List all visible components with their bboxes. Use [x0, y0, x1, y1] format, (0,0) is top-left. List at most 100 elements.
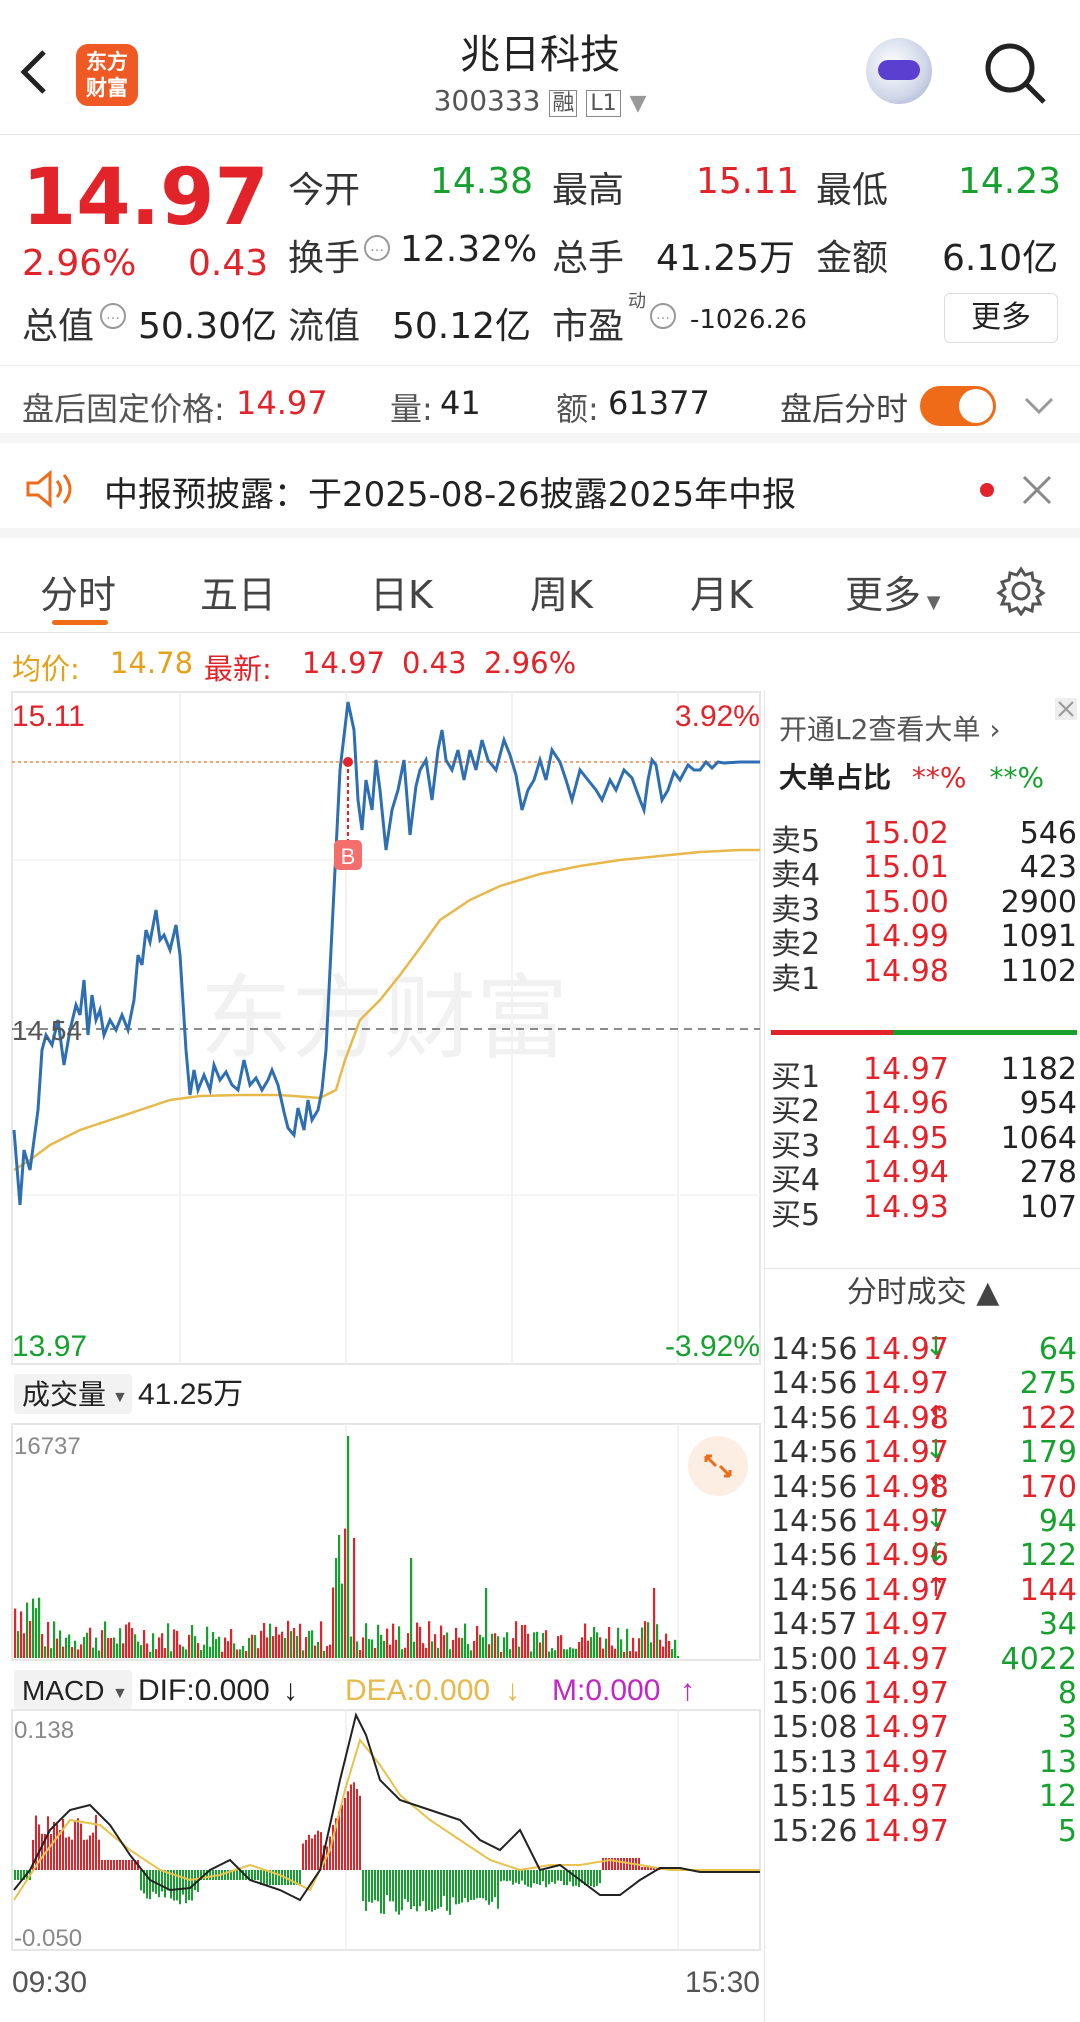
volume-bar	[290, 1631, 293, 1658]
volume-max-label: 16737	[14, 1433, 81, 1460]
volume-bar	[224, 1637, 227, 1658]
macd-bar	[122, 1860, 124, 1870]
mktcap-label: 总值	[22, 306, 95, 347]
macd-bar	[341, 1804, 343, 1870]
info-icon[interactable]: …	[100, 303, 126, 329]
back-icon[interactable]	[18, 48, 48, 96]
volume-bar	[590, 1637, 593, 1658]
row-price: 14.97	[863, 1641, 949, 1677]
macd-bar	[125, 1860, 127, 1870]
robot-assistant-icon[interactable]	[866, 38, 932, 104]
tab-more[interactable]: 更多 ▼	[845, 564, 941, 619]
volume-bar	[137, 1641, 140, 1658]
row-price: 14.97	[863, 1676, 949, 1711]
chevron-down-icon[interactable]: ▼	[629, 91, 646, 116]
macd-panel-frame	[11, 1709, 761, 1951]
macd-bar	[263, 1870, 265, 1885]
macd-bar	[68, 1836, 70, 1870]
macd-bar	[308, 1834, 310, 1870]
tab-week-k[interactable]: 周K	[530, 564, 593, 619]
macd-bar	[236, 1870, 238, 1880]
l2-link[interactable]: 开通L2查看大单 ›	[779, 708, 1001, 748]
volume-bar	[671, 1649, 674, 1658]
volume-bar	[653, 1588, 656, 1658]
gear-icon[interactable]	[996, 566, 1046, 616]
volume-bar	[179, 1644, 182, 1658]
macd-bar	[164, 1870, 166, 1898]
volume-bar	[146, 1643, 149, 1658]
macd-bar	[305, 1839, 307, 1870]
volume-bar	[392, 1623, 395, 1658]
macd-bar	[464, 1870, 466, 1898]
volume-bar	[350, 1636, 353, 1658]
change-value: 0.43	[188, 243, 269, 284]
macd-bar	[446, 1870, 448, 1911]
macd-bar	[515, 1870, 517, 1883]
close-icon[interactable]	[1055, 698, 1077, 720]
after-amt-label: 额:	[556, 390, 599, 428]
macd-bar	[455, 1870, 457, 1905]
volume-bar	[377, 1624, 380, 1658]
more-button[interactable]: 更多	[944, 293, 1058, 343]
macd-bar	[452, 1870, 454, 1898]
macd-bar	[545, 1870, 547, 1888]
row-price: 14.98	[863, 953, 949, 989]
notice-bar[interactable]: 中报预披露：于2025-08-26披露2025年中报	[0, 443, 1080, 538]
after-hours-toggle[interactable]	[920, 386, 996, 426]
macd-bar	[275, 1870, 277, 1885]
volume-bar	[122, 1643, 125, 1658]
chevron-down-icon[interactable]	[1024, 396, 1054, 416]
row-volume: 12	[1038, 1779, 1077, 1815]
volume-bar	[383, 1640, 386, 1658]
info-icon[interactable]: …	[650, 303, 676, 329]
trades-header[interactable]: 分时成交 ▲	[765, 1268, 1080, 1318]
macd-bar	[98, 1839, 100, 1870]
volume-bar	[386, 1628, 389, 1658]
macd-bar	[71, 1839, 73, 1870]
big-order-ratio: 大单占比 **% **%	[779, 761, 1045, 794]
row-label: 14:56	[771, 1366, 858, 1402]
macd-bar	[101, 1860, 103, 1870]
low-label: 最低	[816, 170, 889, 211]
macd-bar	[521, 1870, 523, 1881]
book-row: 买5 14.93 107	[771, 1190, 1077, 1233]
macd-bar	[77, 1818, 79, 1870]
macd-bar	[251, 1870, 253, 1880]
trade-row: 15:26 14.97 5	[771, 1814, 1077, 1856]
macd-bar	[41, 1833, 43, 1870]
macd-bar	[161, 1870, 163, 1892]
macd-bar	[350, 1784, 352, 1870]
volume-bar	[53, 1621, 56, 1658]
amount-value: 6.10亿	[942, 238, 1059, 279]
latest-pct: 2.96%	[484, 646, 577, 680]
tab-fenshi[interactable]: 分时	[40, 564, 116, 619]
tab-month-k[interactable]: 月K	[690, 564, 753, 619]
volume-bar	[536, 1631, 539, 1658]
macd-bar	[566, 1870, 568, 1886]
macd-bar	[401, 1870, 403, 1911]
volume-bar	[260, 1630, 263, 1658]
volume-bar	[425, 1647, 428, 1658]
volume-bar	[473, 1640, 476, 1658]
tab-5day[interactable]: 五日	[200, 564, 276, 619]
search-icon[interactable]	[982, 40, 1048, 106]
info-icon[interactable]: …	[364, 235, 390, 261]
tab-day-k[interactable]: 日K	[370, 564, 433, 619]
notice-text: 中报预披露：于2025-08-26披露2025年中报	[104, 475, 797, 515]
macd-bar	[536, 1870, 538, 1885]
volume-bar	[644, 1621, 647, 1658]
close-icon[interactable]	[1020, 473, 1054, 507]
row-volume: 546	[1019, 816, 1077, 851]
macd-bar	[557, 1870, 559, 1881]
volume-bar	[347, 1436, 350, 1658]
volume-bar	[341, 1583, 344, 1658]
volume-bar	[587, 1640, 590, 1658]
app-logo: 东方 财富	[76, 44, 138, 106]
intraday-chart[interactable]: 东方财富 B 15.11 3.92% 14.54 13.97 -3.92% 成交…	[0, 690, 764, 2022]
volume-bar	[311, 1630, 314, 1658]
volume-bar	[98, 1650, 101, 1658]
volume-bar	[446, 1632, 449, 1658]
price-line	[12, 701, 760, 1206]
volume-bar	[245, 1651, 248, 1658]
volume-bar	[413, 1641, 416, 1658]
